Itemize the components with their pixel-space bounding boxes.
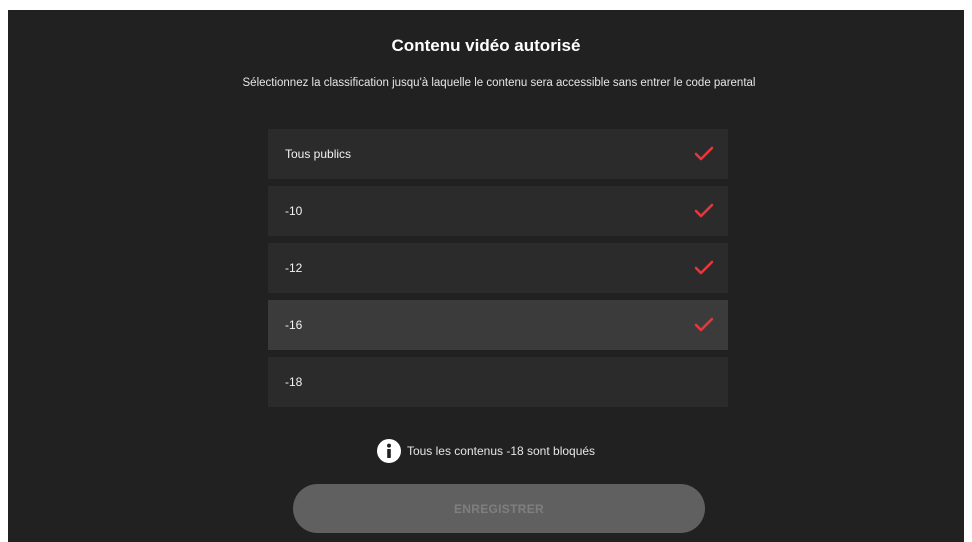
info-message: Tous les contenus -18 sont bloqués [8, 439, 964, 463]
option-label: -18 [285, 375, 303, 389]
option-12[interactable]: -12 [268, 243, 728, 293]
option-18[interactable]: -18 [268, 357, 728, 407]
info-icon [376, 439, 401, 463]
rating-options-list: Tous publics -10 -12 -16 -18 [268, 129, 728, 414]
option-tous-publics[interactable]: Tous publics [268, 129, 728, 179]
save-button[interactable]: ENREGISTRER [293, 484, 705, 533]
check-icon [694, 260, 714, 275]
info-text: Tous les contenus -18 sont bloqués [406, 444, 596, 458]
check-icon [694, 146, 714, 161]
option-16[interactable]: -16 [268, 300, 728, 350]
option-label: -12 [285, 261, 303, 275]
option-10[interactable]: -10 [268, 186, 728, 236]
option-label: Tous publics [285, 147, 352, 161]
page-title: Contenu vidéo autorisé [391, 36, 581, 55]
parental-control-screen: Contenu vidéo autorisé Sélectionnez la c… [8, 10, 964, 542]
option-label: -10 [285, 204, 303, 218]
option-label: -16 [285, 318, 303, 332]
check-icon [694, 203, 714, 218]
check-icon [694, 317, 714, 332]
page-subtitle: Sélectionnez la classification jusqu'à l… [242, 77, 756, 89]
